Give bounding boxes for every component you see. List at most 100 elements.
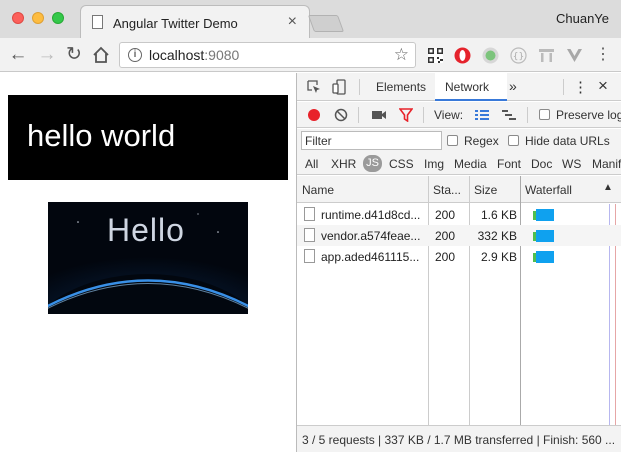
devtools-close-button[interactable]: × xyxy=(598,76,608,96)
clear-icon[interactable] xyxy=(334,108,348,122)
large-rows-icon[interactable] xyxy=(475,109,489,121)
request-status: 200 xyxy=(435,250,456,264)
devtools-divider xyxy=(563,79,564,95)
column-header-name[interactable]: Name xyxy=(302,183,334,197)
type-filter-media[interactable]: Media xyxy=(454,157,487,171)
inspect-element-icon[interactable] xyxy=(307,80,321,94)
script-file-icon xyxy=(304,228,315,242)
tab-elements[interactable]: Elements xyxy=(376,80,426,94)
devtools-panel: Elements Network » ⋮ × View: Preserve lo… xyxy=(296,73,621,452)
hide-data-urls-label: Hide data URLs xyxy=(525,134,610,148)
waterfall-download-bar xyxy=(536,230,554,242)
view-label: View: xyxy=(434,108,464,122)
table-row[interactable]: runtime.d41d8cd... 200 1.6 KB xyxy=(297,204,621,225)
type-filter-all[interactable]: All xyxy=(305,157,318,171)
tab-network-label: Network xyxy=(445,80,490,94)
tab-close-icon[interactable]: × xyxy=(288,13,297,31)
hello-earth-image: Hello xyxy=(48,202,248,314)
more-tabs-button[interactable]: » xyxy=(509,78,517,94)
resource-type-filters: All XHR JS CSS Img Media Font Doc WS Man… xyxy=(297,153,621,175)
close-window-button[interactable] xyxy=(12,12,24,24)
device-toolbar-icon[interactable] xyxy=(332,79,348,95)
hide-data-urls-checkbox[interactable] xyxy=(508,135,519,146)
url-port: :9080 xyxy=(204,47,240,63)
opera-extension-icon[interactable] xyxy=(454,47,471,64)
svg-text:{}: {} xyxy=(513,52,524,62)
home-button[interactable] xyxy=(89,43,113,67)
script-file-icon xyxy=(304,249,315,263)
screenshot-camera-icon[interactable] xyxy=(371,109,387,121)
preserve-log-label: Preserve log xyxy=(556,108,621,122)
chrome-menu-button[interactable]: ⋮ xyxy=(591,43,615,67)
type-filter-manifest[interactable]: Manifest xyxy=(592,157,621,171)
url-text[interactable]: localhost:9080 xyxy=(149,47,239,63)
filter-input[interactable] xyxy=(301,131,442,150)
forward-button[interactable]: → xyxy=(35,43,59,67)
hello-image-text: Hello xyxy=(107,212,185,248)
page-heading: hello world xyxy=(27,118,176,153)
regex-checkbox[interactable] xyxy=(447,135,458,146)
devtools-divider xyxy=(359,79,360,95)
vue-devtools-extension-icon[interactable] xyxy=(566,47,583,64)
devtools-menu-button[interactable]: ⋮ xyxy=(573,78,588,96)
profile-user-name[interactable]: ChuanYe xyxy=(556,11,609,26)
new-tab-button[interactable] xyxy=(307,15,345,32)
type-filter-css[interactable]: CSS xyxy=(389,157,414,171)
waterfall-download-bar xyxy=(536,251,554,263)
filter-funnel-icon[interactable] xyxy=(399,108,413,122)
type-filter-font[interactable]: Font xyxy=(497,157,521,171)
column-header-waterfall[interactable]: Waterfall xyxy=(525,183,572,197)
request-status: 200 xyxy=(435,229,456,243)
url-host: localhost xyxy=(149,47,205,63)
type-filter-manifest-clip: Manifest xyxy=(592,153,621,175)
request-size: 1.6 KB xyxy=(480,208,517,222)
qr-code-extension-icon[interactable] xyxy=(427,47,444,64)
request-size: 332 KB xyxy=(477,229,517,243)
hello-world-banner: hello world xyxy=(8,95,288,180)
table-row[interactable]: vendor.a574feae... 200 332 KB xyxy=(297,225,621,246)
network-toolbar: View: Preserve log xyxy=(297,102,621,128)
record-icon[interactable] xyxy=(307,108,321,122)
request-name: app.aded461115... xyxy=(321,250,420,264)
filter-bar: Regex Hide data URLs xyxy=(297,129,621,153)
request-name: runtime.d41d8cd... xyxy=(321,208,421,222)
table-extension-icon[interactable] xyxy=(538,47,555,64)
toolbar-divider xyxy=(358,107,359,123)
page-favicon-icon xyxy=(92,15,103,29)
browser-tab-bar: Angular Twitter Demo × ChuanYe xyxy=(0,0,621,38)
script-file-icon xyxy=(304,207,315,221)
browser-tab-active[interactable]: Angular Twitter Demo × xyxy=(80,5,310,38)
overview-waterfall-icon[interactable] xyxy=(502,109,516,121)
back-button[interactable]: ← xyxy=(6,43,30,67)
type-filter-doc[interactable]: Doc xyxy=(531,157,552,171)
browser-toolbar: ← → ↻ i localhost:9080 ☆ {} ⋮ xyxy=(0,38,621,72)
braces-extension-icon[interactable]: {} xyxy=(510,47,527,64)
column-header-size[interactable]: Size xyxy=(474,183,497,197)
table-row[interactable]: app.aded461115... 200 2.9 KB xyxy=(297,246,621,267)
reload-button[interactable]: ↻ xyxy=(62,43,86,67)
tab-network[interactable]: Network xyxy=(435,73,507,101)
home-icon xyxy=(93,46,109,63)
waterfall-download-bar xyxy=(536,209,554,221)
column-header-status[interactable]: Sta... xyxy=(433,183,461,197)
maximize-window-button[interactable] xyxy=(52,12,64,24)
network-summary-bar: 3 / 5 requests | 337 KB / 1.7 MB transfe… xyxy=(297,425,621,452)
preserve-log-checkbox[interactable] xyxy=(539,109,550,120)
type-filter-xhr[interactable]: XHR xyxy=(331,157,356,171)
site-info-icon[interactable]: i xyxy=(128,48,142,62)
green-dot-extension-icon[interactable] xyxy=(482,47,499,64)
type-filter-ws[interactable]: WS xyxy=(562,157,581,171)
request-size: 2.9 KB xyxy=(480,250,517,264)
page-viewport: hello world Hello xyxy=(0,73,296,452)
toolbar-divider xyxy=(527,107,528,123)
network-request-table: Name Sta... Size Waterfall ▲ runtime.d41… xyxy=(297,176,621,426)
minimize-window-button[interactable] xyxy=(32,12,44,24)
type-filter-js[interactable]: JS xyxy=(363,155,382,172)
sort-ascending-icon[interactable]: ▲ xyxy=(603,182,613,193)
devtools-tab-strip: Elements Network » ⋮ × xyxy=(297,73,621,101)
toolbar-divider xyxy=(423,107,424,123)
bookmark-star-icon[interactable]: ☆ xyxy=(394,45,409,65)
network-summary-text: 3 / 5 requests | 337 KB / 1.7 MB transfe… xyxy=(302,433,616,447)
type-filter-img[interactable]: Img xyxy=(424,157,444,171)
address-bar[interactable]: i localhost:9080 ☆ xyxy=(119,42,416,68)
